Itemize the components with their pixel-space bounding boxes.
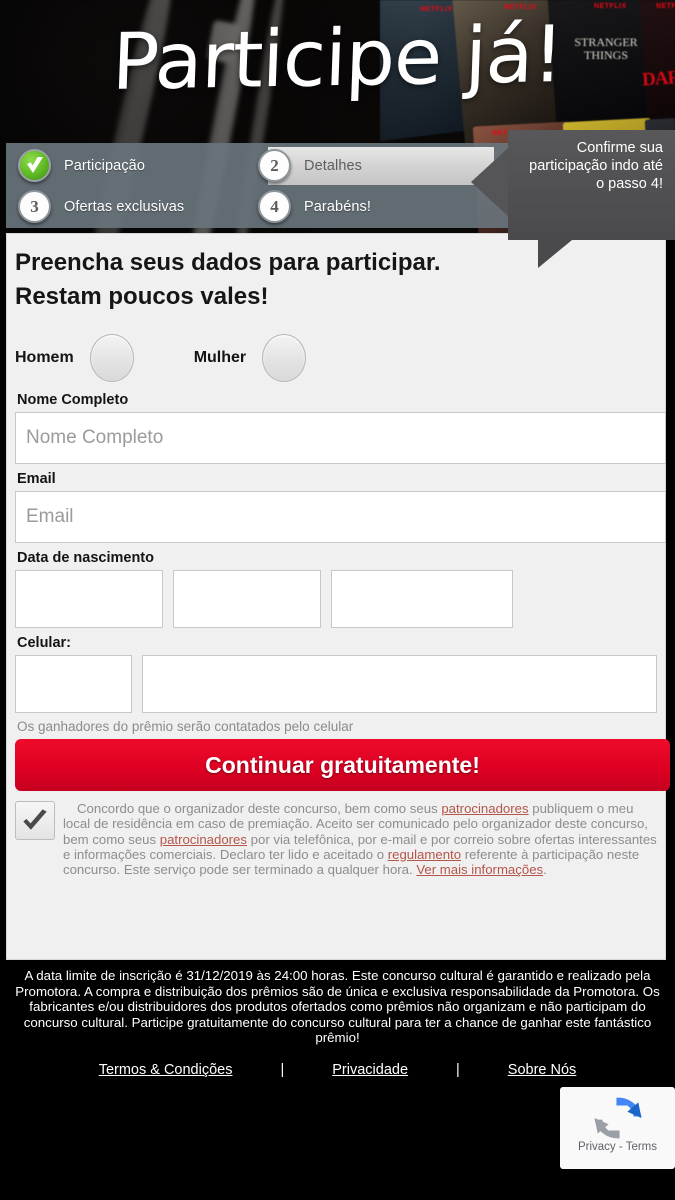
continue-button[interactable]: Continuar gratuitamente! xyxy=(15,739,670,791)
step-item-participacao[interactable]: Participação xyxy=(6,145,246,186)
mobile-group xyxy=(15,655,657,713)
registration-form: Preencha seus dados para participar. Res… xyxy=(6,233,670,960)
tooltip-arrow-icon xyxy=(471,148,508,216)
check-icon xyxy=(18,149,51,182)
check-icon xyxy=(23,808,47,830)
female-label: Mulher xyxy=(193,348,247,366)
sponsors-link-2[interactable]: patrocinadores xyxy=(160,832,247,847)
step-label: Detalhes xyxy=(304,157,363,174)
birthdate-label: Data de nascimento xyxy=(17,550,154,566)
step-number-badge: 4 xyxy=(258,190,291,223)
form-headline-2: Restam poucos vales! xyxy=(15,283,269,310)
mobile-label: Celular: xyxy=(17,635,71,651)
tooltip-text: Confirme sua participação indo até o pas… xyxy=(529,140,663,192)
mobile-ddd-input[interactable] xyxy=(15,655,133,713)
footer-disclaimer: A data limite de inscrição é 31/12/2019 … xyxy=(15,968,660,1046)
gender-selector: Homem Mulher xyxy=(15,330,657,385)
step-item-parabens[interactable]: 4 Parabéns! xyxy=(246,186,496,227)
footer-links: Termos & Condições | Privacidade | Sobre… xyxy=(0,1062,675,1078)
footer-separator: | xyxy=(456,1061,460,1078)
footer-link-about[interactable]: Sobre Nós xyxy=(508,1062,577,1078)
step-label: Parabéns! xyxy=(304,198,371,215)
footer-link-terms[interactable]: Termos & Condições xyxy=(99,1062,233,1078)
name-input[interactable]: Nome Completo xyxy=(15,412,666,464)
birth-year-input[interactable] xyxy=(331,570,513,628)
email-label: Email xyxy=(17,471,56,487)
step-label: Participação xyxy=(64,157,145,174)
footer: A data limite de inscrição é 31/12/2019 … xyxy=(0,968,675,1078)
page-title: Participe já! xyxy=(110,10,565,108)
sponsors-link-1[interactable]: patrocinadores xyxy=(441,801,528,816)
radio-male[interactable] xyxy=(89,333,134,382)
consent-text: Concordo que o organizador deste concurs… xyxy=(63,801,657,877)
consent-part-1: Concordo que o organizador deste concurs… xyxy=(77,801,442,816)
email-input[interactable]: Email xyxy=(15,491,666,543)
step-tooltip: Confirme sua participação indo até o pas… xyxy=(471,130,675,268)
recaptcha-badge[interactable]: Privacy - Terms xyxy=(560,1087,675,1169)
step-number-badge: 2 xyxy=(258,149,291,182)
step-number-badge: 3 xyxy=(18,190,51,223)
tooltip-tail-icon xyxy=(538,240,572,268)
mobile-number-input[interactable] xyxy=(142,655,657,713)
more-info-link[interactable]: Ver mais informações xyxy=(416,862,543,877)
rules-link[interactable]: regulamento xyxy=(388,847,461,862)
consent-part-5: . xyxy=(543,862,547,878)
consent-row: Concordo que o organizador deste concurs… xyxy=(15,801,657,877)
step-item-detalhes[interactable]: 2 Detalhes xyxy=(246,145,496,186)
step-item-ofertas-exclusivas[interactable]: 3 Ofertas exclusivas xyxy=(6,186,246,227)
birth-month-input[interactable] xyxy=(173,570,321,628)
radio-female[interactable] xyxy=(262,333,307,382)
landing-page: NETFLIX NETFLIX NETFLIX NETFLIX NETFLIX … xyxy=(0,0,675,1200)
name-label: Nome Completo xyxy=(17,392,129,408)
step-label: Ofertas exclusivas xyxy=(64,198,185,215)
footer-link-privacy[interactable]: Privacidade xyxy=(332,1062,408,1078)
footer-separator: | xyxy=(280,1061,285,1078)
birth-day-input[interactable] xyxy=(15,570,163,628)
male-label: Homem xyxy=(15,348,74,366)
consent-checkbox[interactable] xyxy=(15,801,55,840)
recaptcha-label: Privacy - Terms xyxy=(577,1141,658,1153)
recaptcha-icon xyxy=(594,1097,641,1139)
mobile-hint: Os ganhadores do prêmio serão contatados… xyxy=(17,719,354,734)
birthdate-group xyxy=(15,570,657,628)
